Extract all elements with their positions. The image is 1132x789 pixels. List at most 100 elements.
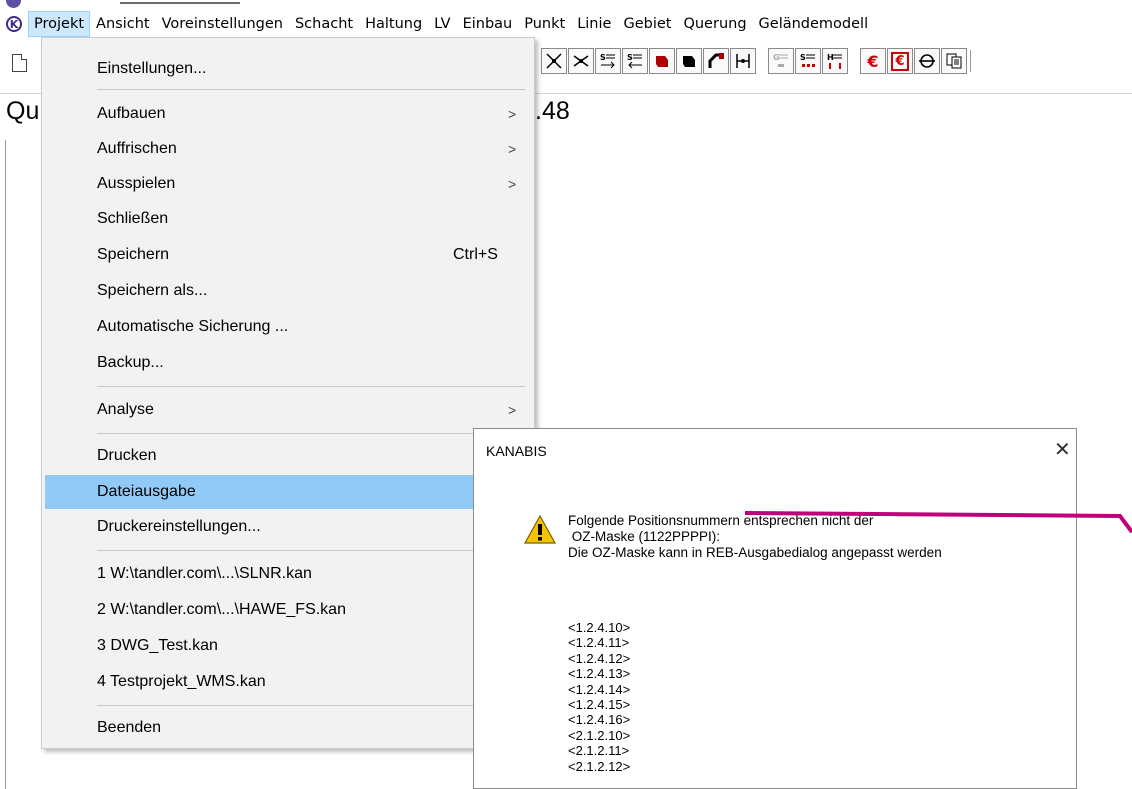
svg-text:S: S (800, 53, 806, 62)
list-item: <2.1.2.10> (568, 727, 631, 743)
s-list-left-icon[interactable]: S (622, 48, 648, 74)
menu-item-recent-4[interactable]: 4 Testprojekt_WMS.kan (45, 665, 531, 699)
menu-haltung[interactable]: Haltung (359, 11, 428, 37)
menu-item-auffrischen[interactable]: Auffrischen > (45, 132, 531, 166)
menu-item-ausspielen[interactable]: Ausspielen > (45, 167, 531, 201)
menubar: K Projekt Ansicht Voreinstellungen Schac… (0, 11, 1132, 37)
s-list-right-icon[interactable]: S (595, 48, 621, 74)
submenu-arrow-icon: > (508, 176, 517, 192)
menu-item-label: Analyse (97, 401, 154, 418)
dialog-message-line: OZ-Maske (1122PPPPI): (568, 529, 721, 544)
menu-punkt[interactable]: Punkt (518, 11, 571, 37)
menu-item-label: Einstellungen... (97, 60, 207, 77)
menu-item-label: 3 DWG_Test.kan (97, 637, 218, 654)
menu-item-recent-2[interactable]: 2 W:\tandler.com\...\HAWE_FS.kan (45, 593, 531, 627)
menu-item-label: Backup... (97, 354, 164, 371)
menu-item-einstellungen[interactable]: Einstellungen... (45, 52, 531, 86)
pipe-section-icon[interactable] (914, 48, 940, 74)
submenu-arrow-icon: > (508, 141, 517, 157)
menu-gelaendemodell[interactable]: Geländemodell (753, 11, 875, 37)
s-list-red-dots-icon[interactable]: S (795, 48, 821, 74)
menu-item-backup[interactable]: Backup... (45, 346, 531, 380)
menu-gebiet[interactable]: Gebiet (617, 11, 677, 37)
menu-item-automatische-sicherung[interactable]: Automatische Sicherung ... (45, 310, 531, 344)
menu-einbau[interactable]: Einbau (457, 11, 519, 37)
toolbar-overflow (970, 50, 977, 72)
projekt-menu-dropdown: Einstellungen... Aufbauen > Auffrischen > … (41, 37, 535, 749)
svg-text:G: G (773, 53, 780, 62)
list-item: <1.2.4.14> (568, 681, 631, 697)
window-top-strip (0, 0, 1132, 10)
svg-text:S: S (627, 53, 633, 62)
menu-ansicht[interactable]: Ansicht (90, 11, 156, 37)
menu-item-label: Beenden (97, 719, 162, 736)
canvas-left-border (5, 140, 6, 789)
list-item: <2.1.2.12> (568, 758, 631, 774)
menu-item-label: Auffrischen (97, 140, 177, 157)
menu-item-druckereinstellungen[interactable]: Druckereinstellungen... (45, 510, 531, 544)
menu-item-label: Drucken (97, 447, 157, 464)
menu-schacht[interactable]: Schacht (289, 11, 359, 37)
menu-item-recent-3[interactable]: 3 DWG_Test.kan (45, 629, 531, 663)
menu-item-schliessen[interactable]: Schließen (45, 202, 531, 236)
svg-text:S: S (600, 53, 606, 62)
menu-querung[interactable]: Querung (677, 11, 752, 37)
list-item: <1.2.4.10> (568, 620, 631, 635)
dialog-message: Folgende Positionsnummern entsprechen ni… (568, 513, 942, 561)
submenu-arrow-icon: > (508, 402, 517, 418)
menu-item-drucken[interactable]: Drucken (45, 439, 531, 473)
menu-linie[interactable]: Linie (571, 11, 617, 37)
menu-item-speichern-als[interactable]: Speichern als... (45, 274, 531, 308)
copy-doc-icon[interactable] (941, 48, 967, 74)
menu-separator (97, 705, 525, 706)
menu-item-label: Druckereinstellungen... (97, 518, 261, 535)
menu-lv[interactable]: LV (428, 11, 456, 37)
menu-item-label: Speichern als... (97, 282, 208, 299)
menu-projekt[interactable]: Projekt (28, 11, 91, 37)
close-icon[interactable]: ✕ (1054, 437, 1071, 462)
list-item: <1.2.4.12> (568, 650, 631, 666)
canvas-text: Qu (6, 97, 40, 125)
menu-item-label: 4 Testprojekt_WMS.kan (97, 673, 266, 690)
node-cross-icon[interactable] (541, 48, 567, 74)
menu-item-label: Ausspielen (97, 175, 176, 192)
node-cross-alt-icon[interactable] (568, 48, 594, 74)
h-junction-icon[interactable] (730, 48, 756, 74)
list-item: <1.2.4.15> (568, 696, 631, 712)
list-item: <1.2.4.11> (568, 635, 630, 651)
submenu-arrow-icon: > (508, 106, 517, 122)
g-list-gray-icon[interactable]: G (768, 48, 794, 74)
canvas-value: .48 (535, 97, 570, 125)
menu-item-beenden[interactable]: Beenden (45, 711, 531, 745)
menu-item-analyse[interactable]: Analyse > (45, 393, 531, 427)
window-tab-line (120, 2, 240, 4)
red-shape-icon[interactable] (649, 48, 675, 74)
menu-item-aufbauen[interactable]: Aufbauen > (45, 97, 531, 131)
pipe-corner-icon[interactable] (703, 48, 729, 74)
menu-item-dateiausgabe[interactable]: Dateiausgabe (45, 475, 531, 509)
menu-item-recent-1[interactable]: 1 W:\tandler.com\...\SLNR.kan (45, 557, 531, 591)
h-list-red-icon[interactable]: H (822, 48, 848, 74)
svg-text:H: H (827, 53, 834, 62)
list-item: <2.1.2.11> (568, 743, 630, 759)
menu-item-label: Speichern (97, 246, 170, 263)
menu-separator (97, 550, 525, 551)
dialog-title: KANABIS (486, 443, 547, 459)
list-item: <1.2.4.16> (568, 712, 631, 728)
menu-item-shortcut: Ctrl+S (453, 246, 498, 263)
euro-icon[interactable]: € (860, 48, 886, 74)
warning-icon (523, 514, 557, 551)
menu-item-label: Dateiausgabe (97, 483, 196, 500)
menu-item-speichern[interactable]: Speichern Ctrl+S (45, 238, 531, 272)
app-logo-icon[interactable]: K (6, 16, 22, 32)
new-doc-icon[interactable] (12, 54, 27, 72)
menu-item-label: 2 W:\tandler.com\...\HAWE_FS.kan (97, 601, 346, 618)
kanabis-dialog: KANABIS ✕ Folgende Positionsnummern ents… (473, 428, 1077, 789)
menu-separator (97, 433, 525, 434)
menu-item-label: 1 W:\tandler.com\...\SLNR.kan (97, 565, 312, 582)
menu-voreinstellungen[interactable]: Voreinstellungen (156, 11, 289, 37)
euro-boxed-icon[interactable]: € (887, 48, 913, 74)
black-shape-icon[interactable] (676, 48, 702, 74)
menu-item-label: Automatische Sicherung ... (97, 318, 289, 335)
menu-separator (97, 386, 525, 387)
